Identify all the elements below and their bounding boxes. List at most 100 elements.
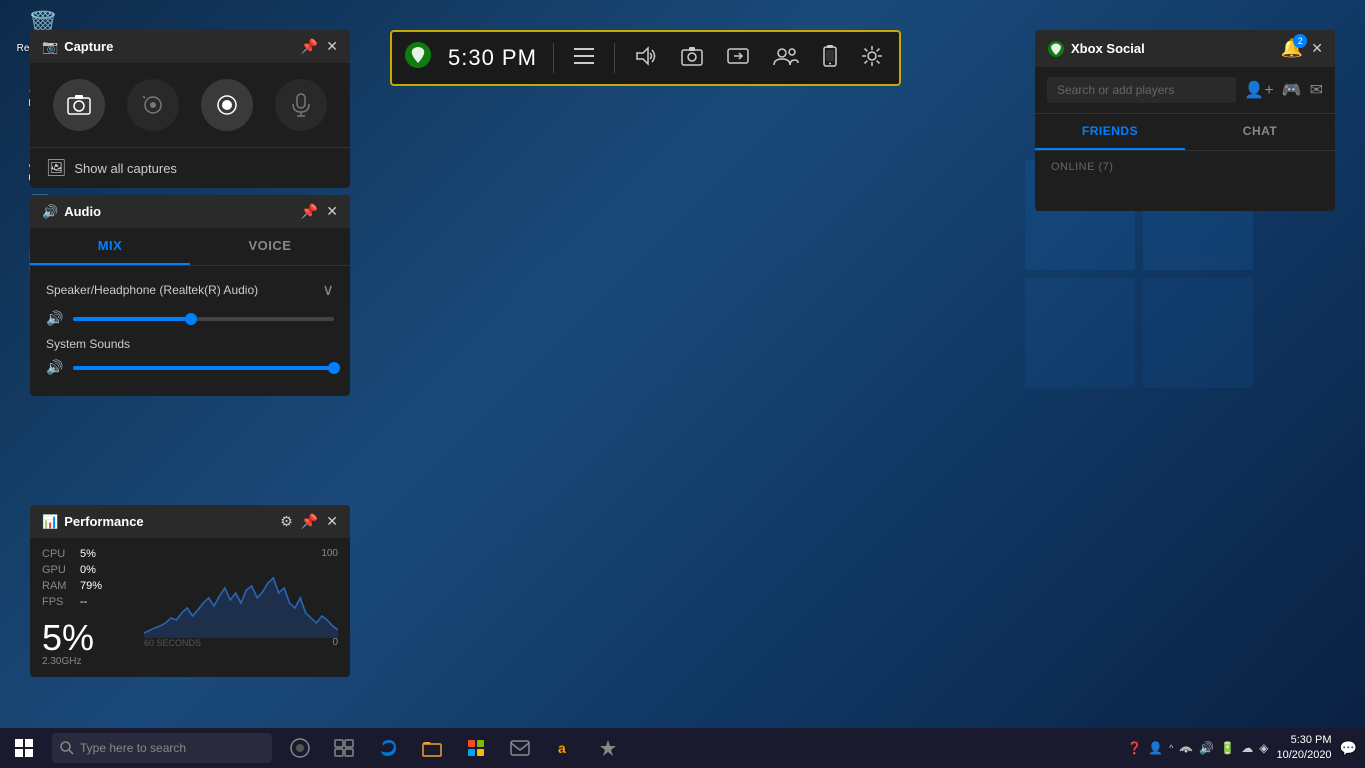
audio-icon: 🔊 xyxy=(42,204,58,220)
fps-value: -- xyxy=(80,596,87,608)
perf-pin-button[interactable]: 📌 xyxy=(301,513,318,530)
audio-panel: 🔊 Audio 📌 ✕ MIX VOICE Speaker/Headphone … xyxy=(30,195,350,396)
notification-badge: 2 xyxy=(1293,34,1307,48)
capture-pin-button[interactable]: 📌 xyxy=(301,38,318,55)
xbox-logo-icon xyxy=(404,41,432,75)
perf-panel-header: 📊 Performance ⚙ 📌 ✕ xyxy=(30,505,350,538)
speaker-volume-row: 🔊 xyxy=(46,310,334,327)
xbox-time-display: 5:30 PM xyxy=(448,45,537,71)
perf-icon: 📊 xyxy=(42,514,58,530)
speaker-icon: 🔊 xyxy=(46,310,63,327)
taskbar-task-view[interactable] xyxy=(324,728,364,768)
social-close-button[interactable]: ✕ xyxy=(1311,40,1323,57)
social-panel-title: Xbox Social xyxy=(1047,40,1145,58)
toolbar-divider-2 xyxy=(614,43,615,73)
taskbar-explorer[interactable] xyxy=(412,728,452,768)
ram-value: 79% xyxy=(80,580,102,592)
taskbar-cortana[interactable] xyxy=(280,728,320,768)
performance-chart xyxy=(144,548,338,638)
audio-tab-voice[interactable]: VOICE xyxy=(190,228,350,265)
perf-close-button[interactable]: ✕ xyxy=(326,513,338,530)
gpu-stat-row: GPU 0% xyxy=(42,564,132,576)
audio-device-arrow-icon: ∨ xyxy=(322,280,334,300)
notification-center-icon[interactable]: 💬 xyxy=(1340,740,1357,757)
microphone-button[interactable] xyxy=(275,79,327,131)
social-panel-header: Xbox Social 🔔 2 ✕ xyxy=(1035,30,1335,67)
taskbar-search-box[interactable]: Type here to search xyxy=(52,733,272,763)
taskbar-tray: ❓ 👤 ^ 🔊 🔋 ☁ ◈ 5:30 PM 10/20/2020 💬 xyxy=(1127,733,1365,764)
audio-close-button[interactable]: ✕ xyxy=(326,203,338,220)
network-tray-icon[interactable] xyxy=(1179,741,1193,756)
system-sounds-fill xyxy=(73,366,334,370)
screenshot-button[interactable] xyxy=(53,79,105,131)
audio-panel-content: Speaker/Headphone (Realtek(R) Audio) ∨ 🔊… xyxy=(30,266,350,396)
system-sounds-label: System Sounds xyxy=(46,337,334,351)
settings-toolbar-btn[interactable] xyxy=(857,41,887,76)
perf-sub-value: 2.30GHz xyxy=(42,656,81,667)
onedrive-tray-icon[interactable]: ☁ xyxy=(1241,741,1253,755)
record-button[interactable] xyxy=(201,79,253,131)
record-last-button[interactable] xyxy=(127,79,179,131)
perf-chart-top-label: 100 xyxy=(321,548,338,559)
perf-panel-title: 📊 Performance xyxy=(42,514,144,530)
perf-chart-time-label: 60 SECONDS xyxy=(144,638,201,648)
perf-chart-area: 100 0 60 SECONDS xyxy=(144,548,338,648)
xbox-toolbar: 5:30 PM xyxy=(390,30,901,86)
social-panel-content: ONLINE (7) xyxy=(1035,151,1335,211)
online-header: ONLINE (7) xyxy=(1035,151,1335,183)
social-search-row: 👤+ 🎮 ✉ xyxy=(1035,67,1335,114)
clock-time: 5:30 PM xyxy=(1277,733,1332,748)
menu-icon[interactable] xyxy=(570,44,598,73)
taskbar-edge[interactable] xyxy=(368,728,408,768)
taskbar-amazon[interactable]: a xyxy=(544,728,584,768)
speaker-volume-slider[interactable] xyxy=(73,317,334,321)
tray-icons-group: ❓ 👤 ^ 🔊 🔋 ☁ ◈ xyxy=(1127,741,1268,756)
share-toolbar-btn[interactable] xyxy=(723,42,753,75)
ram-stat-row: RAM 79% xyxy=(42,580,132,592)
system-sounds-row: 🔊 xyxy=(46,359,334,376)
mobile-toolbar-btn[interactable] xyxy=(819,41,841,76)
show-captures-button[interactable]: 🖼 Show all captures xyxy=(30,147,350,188)
notification-bell-button[interactable]: 🔔 2 xyxy=(1281,38,1303,59)
add-player-icon[interactable]: 👤+ xyxy=(1244,80,1273,100)
audio-panel-header: 🔊 Audio 📌 ✕ xyxy=(30,195,350,228)
xbox-social-icon xyxy=(1047,40,1065,58)
social-tab-bar: FRIENDS CHAT xyxy=(1035,114,1335,151)
friends-toolbar-btn[interactable] xyxy=(769,42,803,75)
camera-icon: 📷 xyxy=(42,39,58,55)
capture-close-button[interactable]: ✕ xyxy=(326,38,338,55)
social-tab-chat[interactable]: CHAT xyxy=(1185,114,1335,150)
start-button[interactable] xyxy=(0,728,48,768)
perf-settings-button[interactable]: ⚙ xyxy=(280,513,293,530)
performance-panel: 📊 Performance ⚙ 📌 ✕ CPU 5% GPU 0% RAM 79… xyxy=(30,505,350,677)
speaker-volume-thumb xyxy=(185,313,197,325)
audio-device-row[interactable]: Speaker/Headphone (Realtek(R) Audio) ∨ xyxy=(46,280,334,300)
svg-text:a: a xyxy=(558,740,566,756)
taskbar-app7[interactable] xyxy=(588,728,628,768)
chevron-tray-icon[interactable]: ^ xyxy=(1169,743,1173,753)
system-sounds-icon: 🔊 xyxy=(46,359,63,376)
speaker-volume-fill xyxy=(73,317,190,321)
audio-device-name: Speaker/Headphone (Realtek(R) Audio) xyxy=(46,283,258,297)
audio-pin-button[interactable]: 📌 xyxy=(301,203,318,220)
cpu-stat-row: CPU 5% xyxy=(42,548,132,560)
audio-tab-mix[interactable]: MIX xyxy=(30,228,190,265)
system-sounds-slider[interactable] xyxy=(73,366,334,370)
message-icon[interactable]: ✉ xyxy=(1310,80,1323,100)
taskbar-store[interactable] xyxy=(456,728,496,768)
taskbar: Type here to search a ❓ 👤 xyxy=(0,728,1365,768)
people-tray-icon[interactable]: 👤 xyxy=(1148,741,1163,755)
dropbox-tray-icon[interactable]: ◈ xyxy=(1259,741,1268,755)
capture-toolbar-btn[interactable] xyxy=(677,42,707,75)
battery-tray-icon[interactable]: 🔋 xyxy=(1220,741,1235,755)
help-tray-icon[interactable]: ❓ xyxy=(1127,741,1142,755)
social-tab-friends[interactable]: FRIENDS xyxy=(1035,114,1185,150)
social-panel: Xbox Social 🔔 2 ✕ 👤+ 🎮 ✉ FRIENDS CHAT ON… xyxy=(1035,30,1335,211)
search-players-input[interactable] xyxy=(1047,77,1236,103)
capture-panel-controls: 📌 ✕ xyxy=(301,38,338,55)
volume-tray-icon[interactable]: 🔊 xyxy=(1199,741,1214,755)
taskbar-mail[interactable] xyxy=(500,728,540,768)
taskbar-clock[interactable]: 5:30 PM 10/20/2020 xyxy=(1277,733,1332,764)
audio-toolbar-btn[interactable] xyxy=(631,42,661,75)
invite-icon[interactable]: 🎮 xyxy=(1282,80,1302,100)
